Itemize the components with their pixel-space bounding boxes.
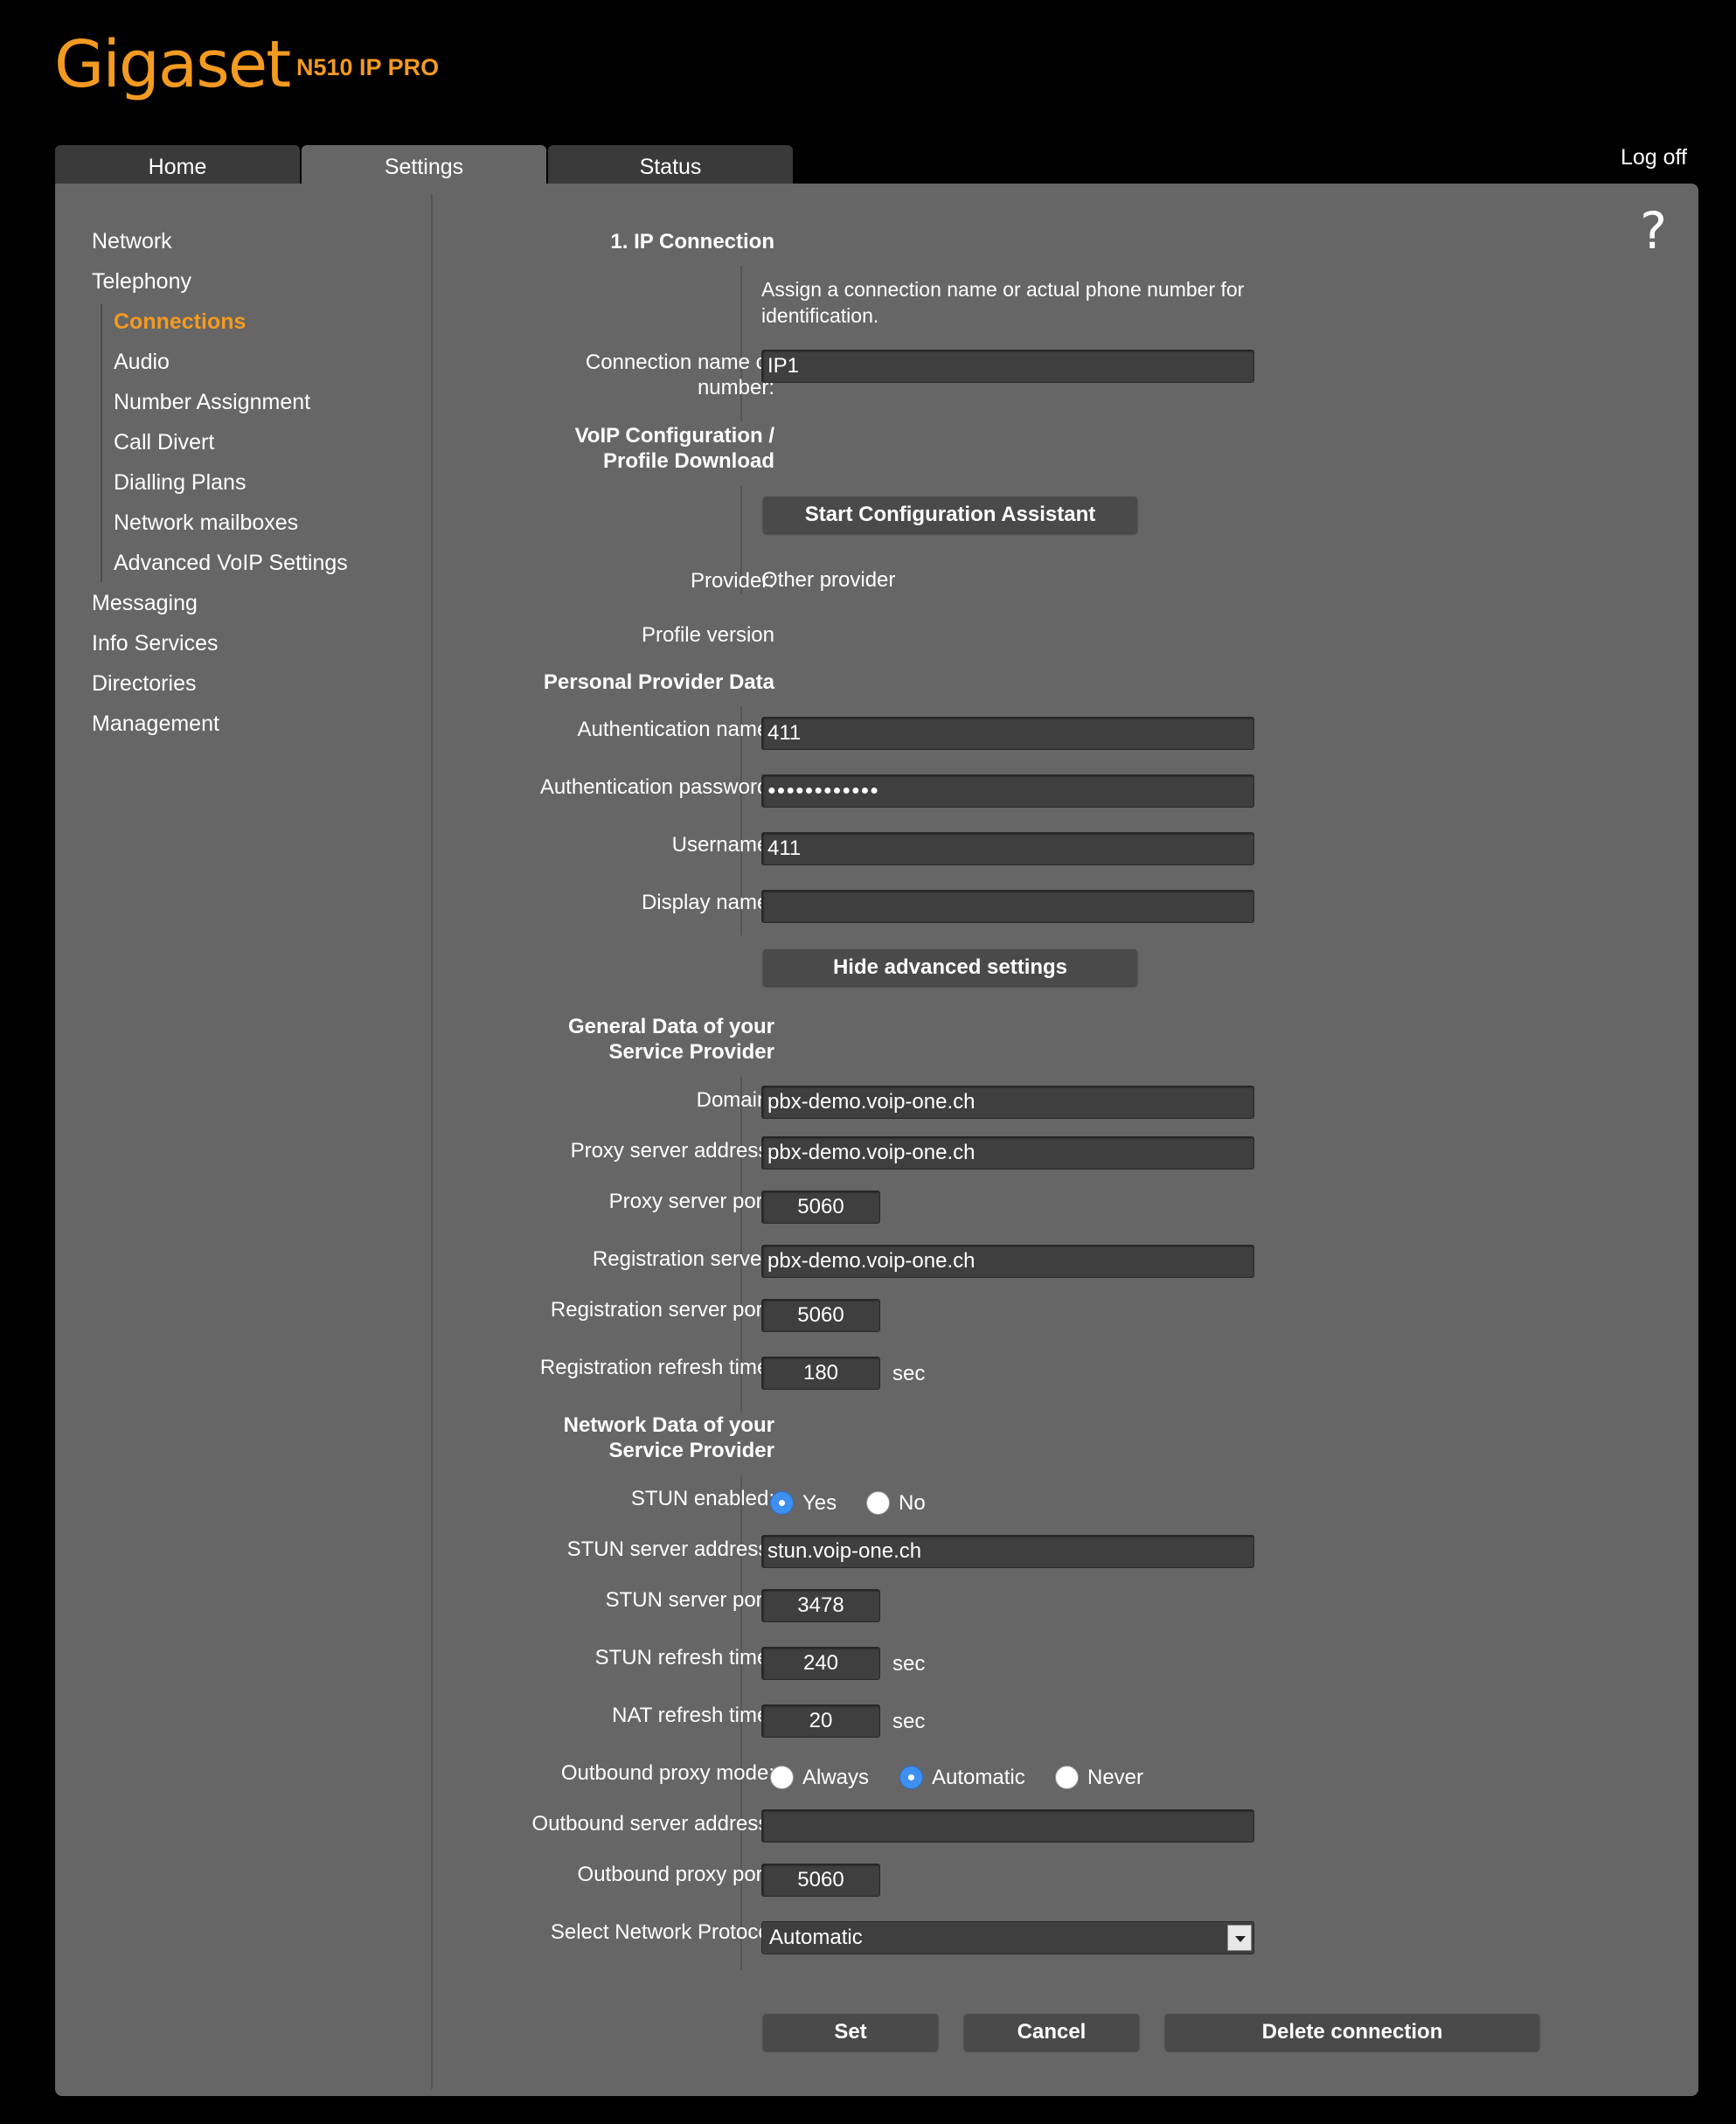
authentication-password-input[interactable]: ●●●●●●●●●●●●: [761, 774, 1254, 808]
sidebar-item-number-assignment[interactable]: Number Assignment: [114, 390, 310, 415]
section-ip-connection: 1. IP Connection: [610, 230, 774, 253]
username-label: Username:: [671, 833, 774, 857]
registration-server-port-input[interactable]: 5060: [761, 1299, 880, 1332]
radio-unselected-icon: [770, 1766, 794, 1789]
chevron-down-icon[interactable]: [1227, 1925, 1252, 1951]
gigaset-logo: Gigaset: [54, 27, 291, 102]
authentication-password-label: Authentication password:: [539, 775, 774, 799]
radio-unselected-icon: [1055, 1766, 1079, 1789]
proxy-server-port-label: Proxy server port:: [608, 1190, 774, 1213]
stun-refresh-time-label: STUN refresh time:: [594, 1646, 774, 1669]
model-name: N510 IP PRO: [296, 54, 440, 80]
hide-advanced-settings-button[interactable]: Hide advanced settings: [763, 949, 1137, 986]
authentication-name-label: Authentication name:: [577, 718, 774, 741]
outbound-mode-automatic-radio[interactable]: Automatic: [899, 1764, 1031, 1791]
stun-server-port-label: STUN server port:: [605, 1588, 774, 1612]
settings-panel: ? Network Telephony Connections Audio Nu…: [55, 184, 1698, 2096]
stun-enabled-yes-radio[interactable]: Yes: [770, 1489, 840, 1517]
cancel-button[interactable]: Cancel: [964, 2014, 1139, 2051]
sidebar-item-directories[interactable]: Directories: [92, 671, 196, 697]
radio-selected-icon: [770, 1491, 794, 1515]
submenu-guide-line: [101, 304, 102, 582]
sidebar-item-advanced-voip-settings[interactable]: Advanced VoIP Settings: [114, 551, 348, 576]
connection-name-label-line1: Connection name or: [585, 351, 774, 374]
section-voip-config-line2: Profile Download: [602, 449, 774, 473]
registration-server-input[interactable]: pbx-demo.voip-one.ch: [761, 1245, 1254, 1278]
registration-refresh-time-input[interactable]: 180: [761, 1357, 880, 1390]
section-network-data-line1: Network Data of your: [563, 1413, 774, 1437]
profile-version-label: Profile version: [641, 623, 774, 647]
sidebar-item-messaging[interactable]: Messaging: [92, 591, 198, 616]
authentication-name-input[interactable]: 411: [761, 717, 1254, 750]
sidebar-item-call-divert[interactable]: Call Divert: [114, 430, 214, 455]
section-general-data-line2: Service Provider: [608, 1040, 774, 1064]
sidebar-item-telephony[interactable]: Telephony: [92, 269, 191, 295]
outbound-server-address-label: Outbound server address:: [531, 1812, 775, 1836]
proxy-server-port-input[interactable]: 5060: [761, 1190, 880, 1224]
sidebar-divider: [431, 194, 433, 2089]
sidebar-item-management[interactable]: Management: [92, 711, 219, 737]
domain-input[interactable]: pbx-demo.voip-one.ch: [761, 1086, 1254, 1119]
network-protocol-label: Select Network Protocol: [550, 1920, 774, 1944]
outbound-proxy-port-label: Outbound proxy port:: [577, 1863, 774, 1886]
proxy-server-address-label: Proxy server address:: [570, 1139, 774, 1163]
tab-home[interactable]: Home: [55, 145, 300, 184]
section-voip-config-line1: VoIP Configuration /: [574, 424, 774, 448]
stun-enabled-no-radio[interactable]: No: [866, 1489, 936, 1517]
stun-refresh-time-input[interactable]: 240: [761, 1647, 880, 1680]
start-configuration-assistant-button[interactable]: Start Configuration Assistant: [763, 496, 1137, 533]
registration-refresh-unit: sec: [892, 1362, 926, 1385]
set-button[interactable]: Set: [763, 2014, 938, 2051]
section-network-data-line2: Service Provider: [608, 1439, 774, 1462]
nat-refresh-time-label: NAT refresh time:: [612, 1704, 774, 1727]
outbound-server-address-input[interactable]: [761, 1809, 1254, 1843]
radio-selected-icon: [899, 1766, 923, 1789]
radio-unselected-icon: [866, 1491, 890, 1515]
nat-refresh-time-input[interactable]: 20: [761, 1704, 880, 1738]
log-off-link[interactable]: Log off: [1621, 145, 1687, 170]
nat-refresh-unit: sec: [892, 1710, 926, 1733]
registration-server-port-label: Registration server port:: [550, 1298, 774, 1322]
connection-name-input[interactable]: IP1: [761, 350, 1254, 383]
help-icon[interactable]: ?: [1640, 201, 1667, 260]
outbound-proxy-mode-label: Outbound proxy mode:: [560, 1761, 774, 1785]
section-general-data-line1: General Data of your: [567, 1015, 774, 1038]
ip-connection-description: Assign a connection name or actual phone…: [761, 278, 1245, 327]
sidebar-item-info-services[interactable]: Info Services: [92, 631, 219, 656]
outbound-mode-never-radio[interactable]: Never: [1055, 1764, 1151, 1791]
network-protocol-select[interactable]: Automatic: [761, 1921, 1254, 1954]
stun-server-port-input[interactable]: 3478: [761, 1589, 880, 1622]
tab-status[interactable]: Status: [548, 145, 793, 184]
outbound-proxy-port-input[interactable]: 5060: [761, 1864, 880, 1897]
sidebar-item-network[interactable]: Network: [92, 229, 172, 254]
registration-refresh-time-label: Registration refresh time:: [539, 1356, 774, 1379]
section-personal-provider-data: Personal Provider Data: [543, 670, 774, 694]
sidebar-item-audio[interactable]: Audio: [114, 350, 170, 375]
outbound-mode-always-radio[interactable]: Always: [770, 1764, 875, 1791]
stun-server-address-input[interactable]: stun.voip-one.ch: [761, 1535, 1254, 1568]
tab-settings[interactable]: Settings: [302, 145, 546, 185]
provider-value: Other provider: [761, 568, 896, 592]
sidebar-item-connections[interactable]: Connections: [114, 309, 246, 335]
registration-server-label: Registration server:: [592, 1247, 774, 1271]
network-protocol-value: Automatic: [769, 1926, 863, 1949]
delete-connection-button[interactable]: Delete connection: [1165, 2014, 1539, 2051]
stun-refresh-unit: sec: [892, 1652, 926, 1676]
proxy-server-address-input[interactable]: pbx-demo.voip-one.ch: [761, 1136, 1254, 1170]
display-name-label: Display name:: [641, 891, 774, 914]
sidebar-item-network-mailboxes[interactable]: Network mailboxes: [114, 510, 298, 536]
stun-server-address-label: STUN server address:: [566, 1537, 774, 1561]
username-input[interactable]: 411: [761, 832, 1254, 865]
display-name-input[interactable]: [761, 890, 1254, 923]
sidebar-item-dialling-plans[interactable]: Dialling Plans: [114, 470, 246, 496]
stun-enabled-label: STUN enabled:: [630, 1487, 774, 1510]
